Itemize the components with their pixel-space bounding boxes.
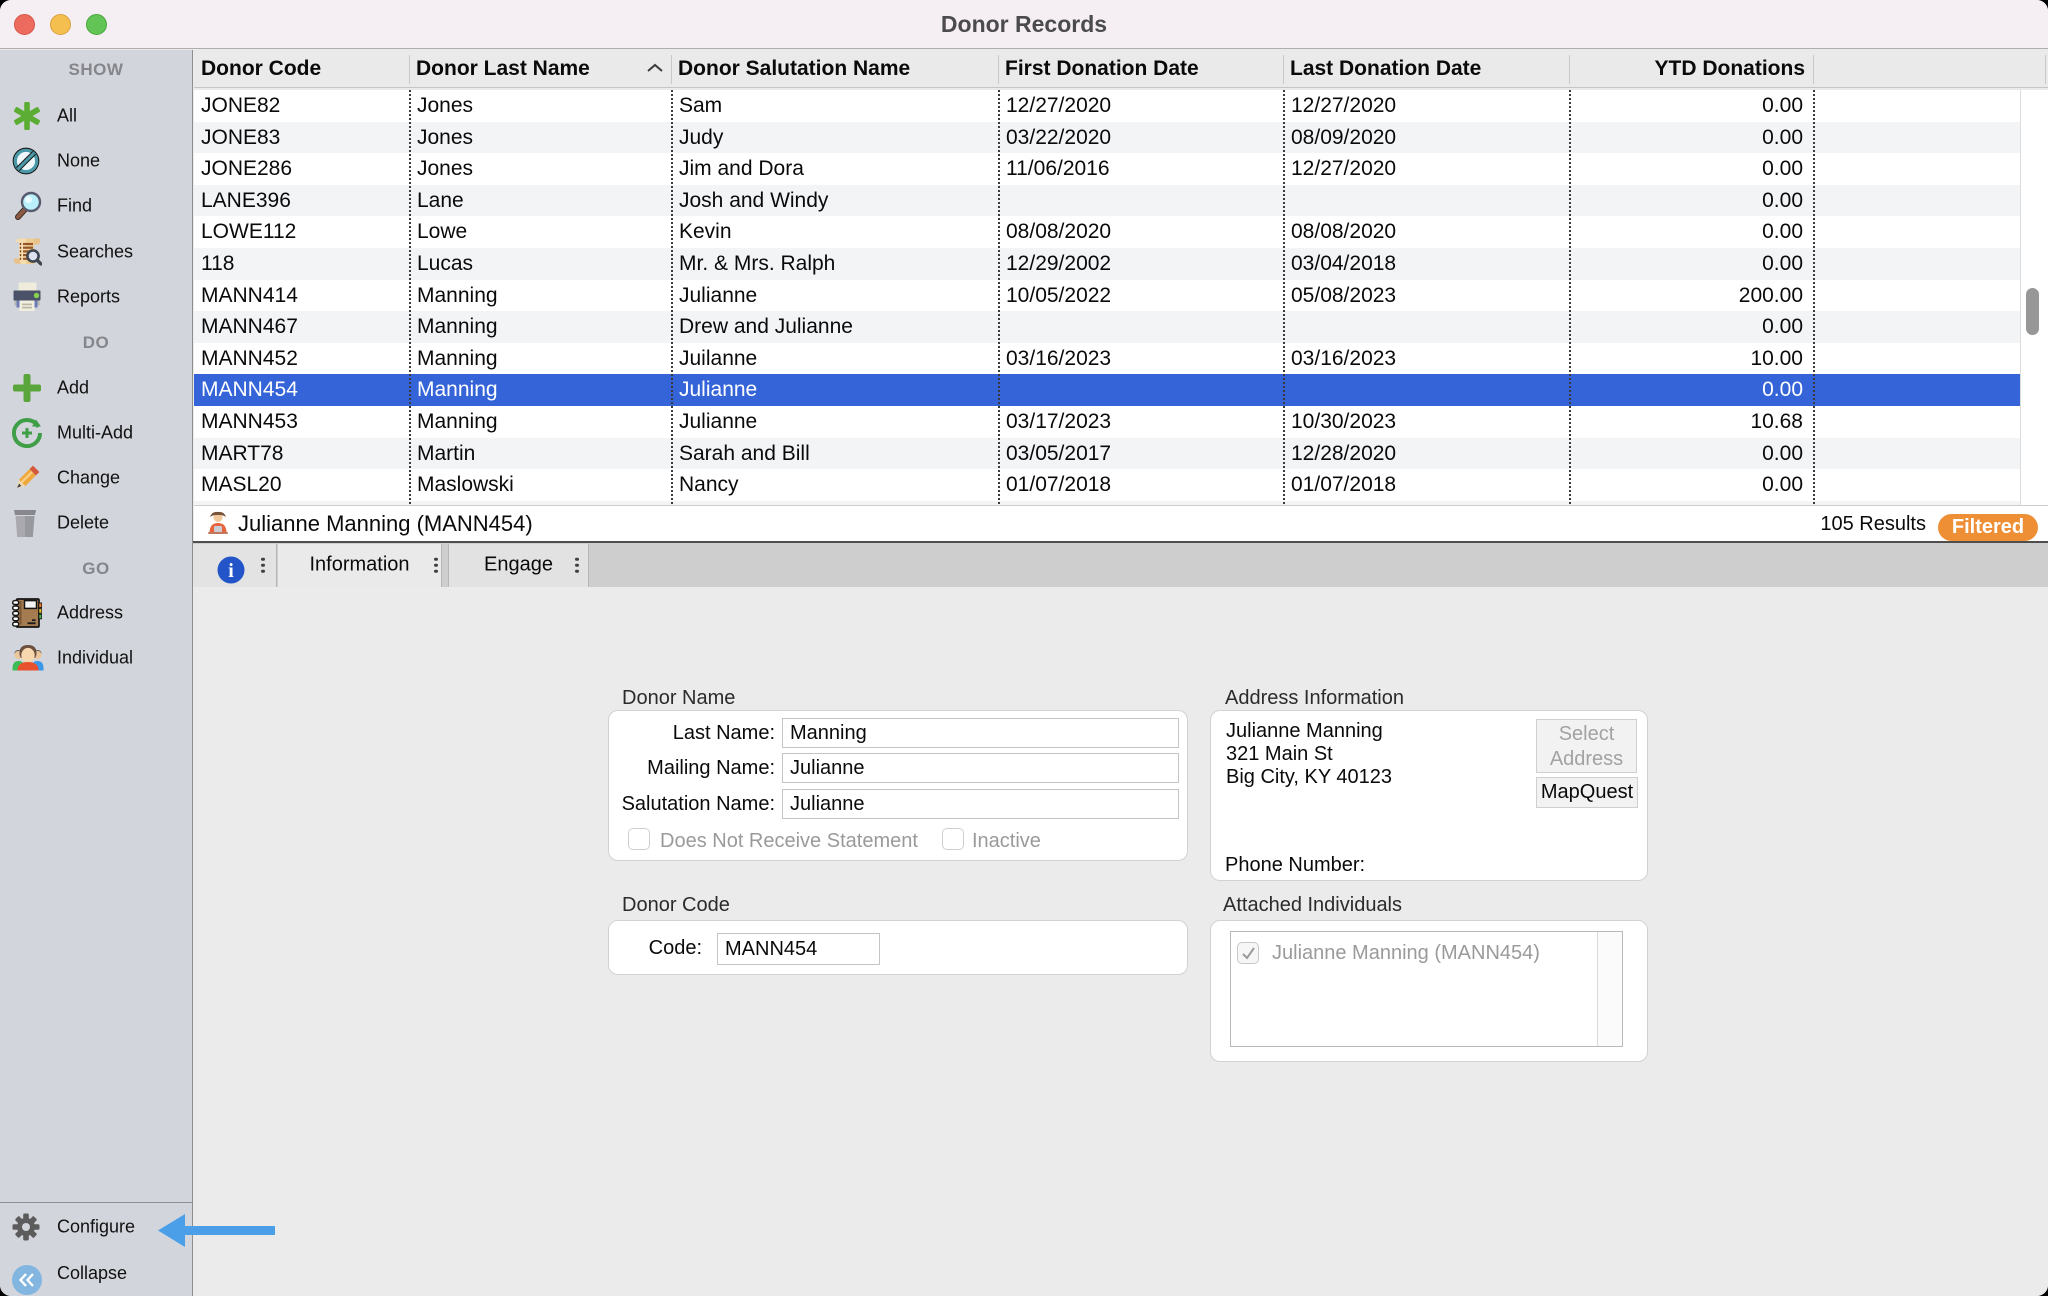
svg-text:i: i (228, 560, 234, 582)
